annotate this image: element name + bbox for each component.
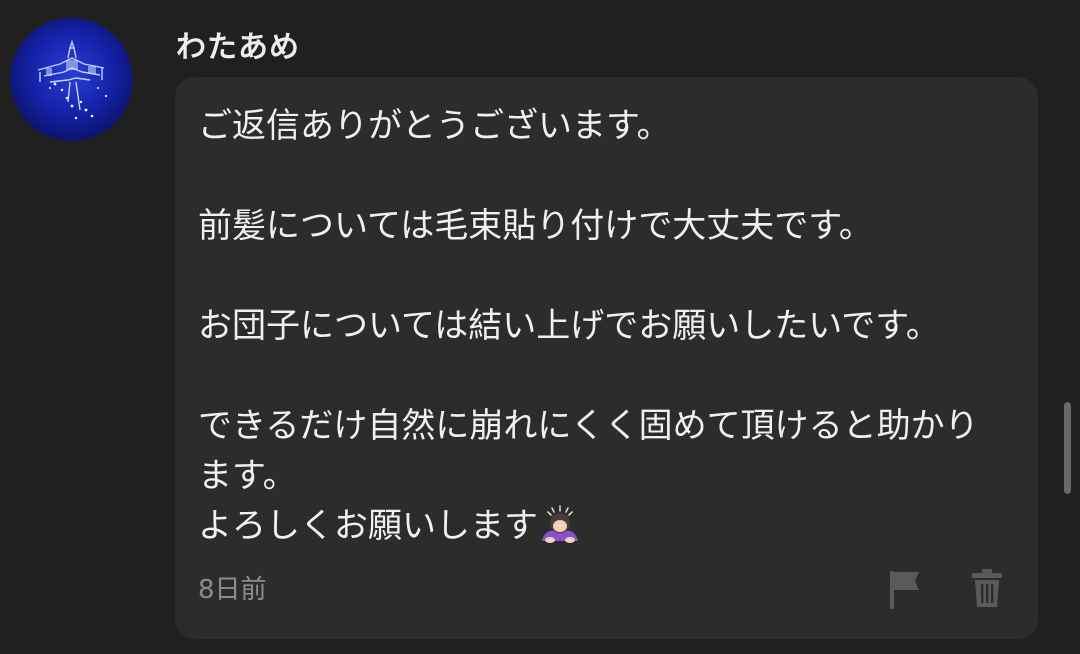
- comment-view: わたあめ ご返信ありがとうございます。 前髪については毛束貼り付けで大丈夫です。…: [0, 0, 1080, 654]
- report-button[interactable]: [885, 567, 925, 611]
- message-line: ご返信ありがとうございます。: [198, 106, 671, 146]
- message-line: お団子については結い上げでお願いしたいです。: [198, 306, 940, 346]
- trash-icon: [972, 569, 1002, 607]
- delete-button[interactable]: [970, 567, 1004, 609]
- avatar[interactable]: [10, 18, 133, 141]
- message-line: 前髪については毛束貼り付けで大丈夫です。: [198, 206, 873, 246]
- person-bowing-emoji-icon: [542, 505, 578, 543]
- comment-message: ご返信ありがとうございます。 前髪については毛束貼り付けで大丈夫です。 お団子に…: [198, 101, 998, 551]
- username: わたあめ: [176, 30, 300, 65]
- castle-night-avatar-icon: [37, 39, 108, 120]
- scrollbar[interactable]: [1064, 402, 1071, 494]
- message-line: できるだけ自然に崩れにくく固めて頂けると助かります。: [198, 406, 979, 496]
- flag-icon: [890, 571, 919, 609]
- timestamp: 8日前: [198, 575, 267, 605]
- message-line: よろしくお願いします: [198, 506, 538, 546]
- comment-bubble: ご返信ありがとうございます。 前髪については毛束貼り付けで大丈夫です。 お団子に…: [175, 77, 1038, 639]
